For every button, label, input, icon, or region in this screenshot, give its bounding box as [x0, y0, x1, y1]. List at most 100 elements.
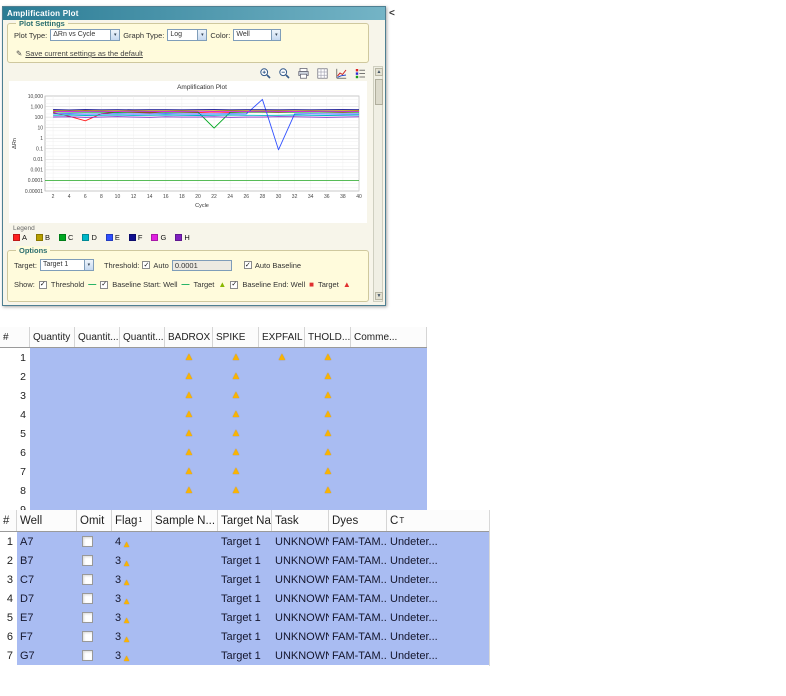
flags-cell-SPIKE [213, 500, 259, 510]
flags-col-quantity2[interactable]: Quantit... [75, 327, 120, 347]
graph-type-select[interactable]: Log ▾ [167, 29, 207, 41]
results-row-B7[interactable]: 2B73▲Target 1UNKNOWNFAM-TAM...Undeter... [0, 551, 489, 570]
results-row-A7[interactable]: 1A74▲Target 1UNKNOWNFAM-TAM...Undeter... [0, 532, 489, 551]
results-cell-sample [152, 551, 218, 570]
save-default-row: ✎ Save current settings as the default [16, 49, 143, 58]
results-row-C7[interactable]: 3C73▲Target 1UNKNOWNFAM-TAM...Undeter... [0, 570, 489, 589]
color-select[interactable]: Well ▾ [233, 29, 281, 41]
show-checkbox-3[interactable]: ✓ [230, 281, 238, 289]
omit-checkbox[interactable] [82, 574, 93, 585]
flags-col-SPIKE[interactable]: SPIKE [213, 327, 259, 347]
chart-line-icon[interactable] [335, 67, 348, 80]
results-cell-flag: 3▲ [112, 646, 152, 665]
legend-item-label: B [45, 233, 50, 242]
svg-text:10,000: 10,000 [28, 94, 44, 100]
results-cell-target: Target 1 [218, 627, 272, 646]
flags-row-3[interactable]: 3▲▲▲ [0, 386, 427, 405]
flags-cell-quantity2 [75, 443, 120, 462]
flags-row-7[interactable]: 7▲▲▲ [0, 462, 427, 481]
scroll-down-icon[interactable]: ▼ [375, 292, 383, 300]
zoom-out-icon[interactable] [278, 67, 291, 80]
auto-baseline-checkbox[interactable]: ✓ [244, 261, 252, 269]
flags-cell-THOLD [305, 500, 351, 510]
flags-cell-EXPFAIL [259, 386, 305, 405]
results-row-E7[interactable]: 5E73▲Target 1UNKNOWNFAM-TAM...Undeter... [0, 608, 489, 627]
results-cell-sample [152, 532, 218, 551]
collapse-chevron[interactable]: < [389, 8, 395, 19]
results-col-sample[interactable]: Sample N... [152, 510, 218, 531]
flags-col-quantity3[interactable]: Quantit... [120, 327, 165, 347]
results-cell-target: Target 1 [218, 646, 272, 665]
flags-cell-quantity2 [75, 462, 120, 481]
results-col-num[interactable]: # [0, 510, 17, 531]
flags-row-8[interactable]: 8▲▲▲ [0, 481, 427, 500]
flags-row-5[interactable]: 5▲▲▲ [0, 424, 427, 443]
results-cell-dyes: FAM-TAM... [329, 532, 387, 551]
flags-row-4[interactable]: 4▲▲▲ [0, 405, 427, 424]
flags-cell-quantity [30, 348, 75, 367]
warning-triangle-icon: ▲ [323, 466, 334, 477]
flags-col-EXPFAIL[interactable]: EXPFAIL [259, 327, 305, 347]
results-cell-dyes: FAM-TAM... [329, 570, 387, 589]
results-cell-ct: Undeter... [387, 570, 490, 589]
auto-threshold-checkbox[interactable]: ✓ [142, 261, 150, 269]
omit-checkbox[interactable] [82, 650, 93, 661]
results-col-dyes[interactable]: Dyes [329, 510, 387, 531]
results-cell-sample [152, 608, 218, 627]
results-col-omit[interactable]: Omit [77, 510, 112, 531]
flags-cell-quantity2 [75, 500, 120, 510]
results-col-flag[interactable]: Flag1 [112, 510, 152, 531]
omit-checkbox[interactable] [82, 593, 93, 604]
omit-checkbox[interactable] [82, 555, 93, 566]
warning-triangle-icon: ▲ [184, 352, 195, 363]
plot-type-select[interactable]: ΔRn vs Cycle ▾ [50, 29, 120, 41]
target-select[interactable]: Target 1 ▾ [40, 259, 94, 271]
show-checkbox-1[interactable]: ✓ [100, 281, 108, 289]
flags-col-BADROX[interactable]: BADROX [165, 327, 213, 347]
chart-toolbar [259, 67, 367, 80]
flags-cell-quantity [30, 367, 75, 386]
save-default-link[interactable]: Save current settings as the default [25, 49, 143, 58]
scrollbar-thumb[interactable] [375, 79, 383, 105]
flags-col-quantity[interactable]: Quantity [30, 327, 75, 347]
flags-cell-THOLD: ▲ [305, 481, 351, 500]
omit-checkbox[interactable] [82, 536, 93, 547]
print-icon[interactable] [297, 67, 310, 80]
legend-item-label: F [138, 233, 143, 242]
zoom-in-icon[interactable] [259, 67, 272, 80]
show-checkbox-0[interactable]: ✓ [39, 281, 47, 289]
legend-icon[interactable] [354, 67, 367, 80]
threshold-input[interactable]: 0.0001 [172, 260, 232, 271]
scroll-up-icon[interactable]: ▲ [375, 68, 383, 76]
grid-icon[interactable] [316, 67, 329, 80]
flags-col-num[interactable]: # [0, 327, 30, 347]
flags-row-9[interactable]: 9 [0, 500, 427, 510]
results-row-G7[interactable]: 7G73▲Target 1UNKNOWNFAM-TAM...Undeter... [0, 646, 489, 665]
window-scrollbar[interactable]: ▲ ▼ [373, 66, 383, 302]
warning-triangle-icon: ▲ [231, 485, 242, 496]
results-cell-dyes: FAM-TAM... [329, 646, 387, 665]
flags-cell-EXPFAIL [259, 462, 305, 481]
omit-checkbox[interactable] [82, 612, 93, 623]
flags-row-2[interactable]: 2▲▲▲ [0, 367, 427, 386]
flags-row-1[interactable]: 1▲▲▲▲ [0, 348, 427, 367]
results-col-ct[interactable]: CT [387, 510, 490, 531]
results-cell-flag: 3▲ [112, 551, 152, 570]
plot-settings-group: Plot Settings Plot Type: ΔRn vs Cycle ▾ … [7, 23, 369, 63]
results-row-D7[interactable]: 4D73▲Target 1UNKNOWNFAM-TAM...Undeter... [0, 589, 489, 608]
flags-cell-num: 1 [0, 348, 30, 367]
omit-checkbox[interactable] [82, 631, 93, 642]
results-col-well[interactable]: Well [17, 510, 77, 531]
graph-type-value: Log [168, 30, 197, 40]
results-cell-omit [77, 627, 112, 646]
warning-triangle-icon: ▲ [184, 466, 195, 477]
results-col-task[interactable]: Task [272, 510, 329, 531]
show-label: Show: [14, 280, 35, 289]
flags-row-6[interactable]: 6▲▲▲ [0, 443, 427, 462]
results-col-target[interactable]: Target Na... [218, 510, 272, 531]
flags-col-THOLD[interactable]: THOLD... [305, 327, 351, 347]
flags-col-comment[interactable]: Comme... [351, 327, 427, 347]
results-row-F7[interactable]: 6F73▲Target 1UNKNOWNFAM-TAM...Undeter... [0, 627, 489, 646]
window-titlebar[interactable]: Amplification Plot [3, 7, 385, 20]
results-cell-well: C7 [17, 570, 77, 589]
